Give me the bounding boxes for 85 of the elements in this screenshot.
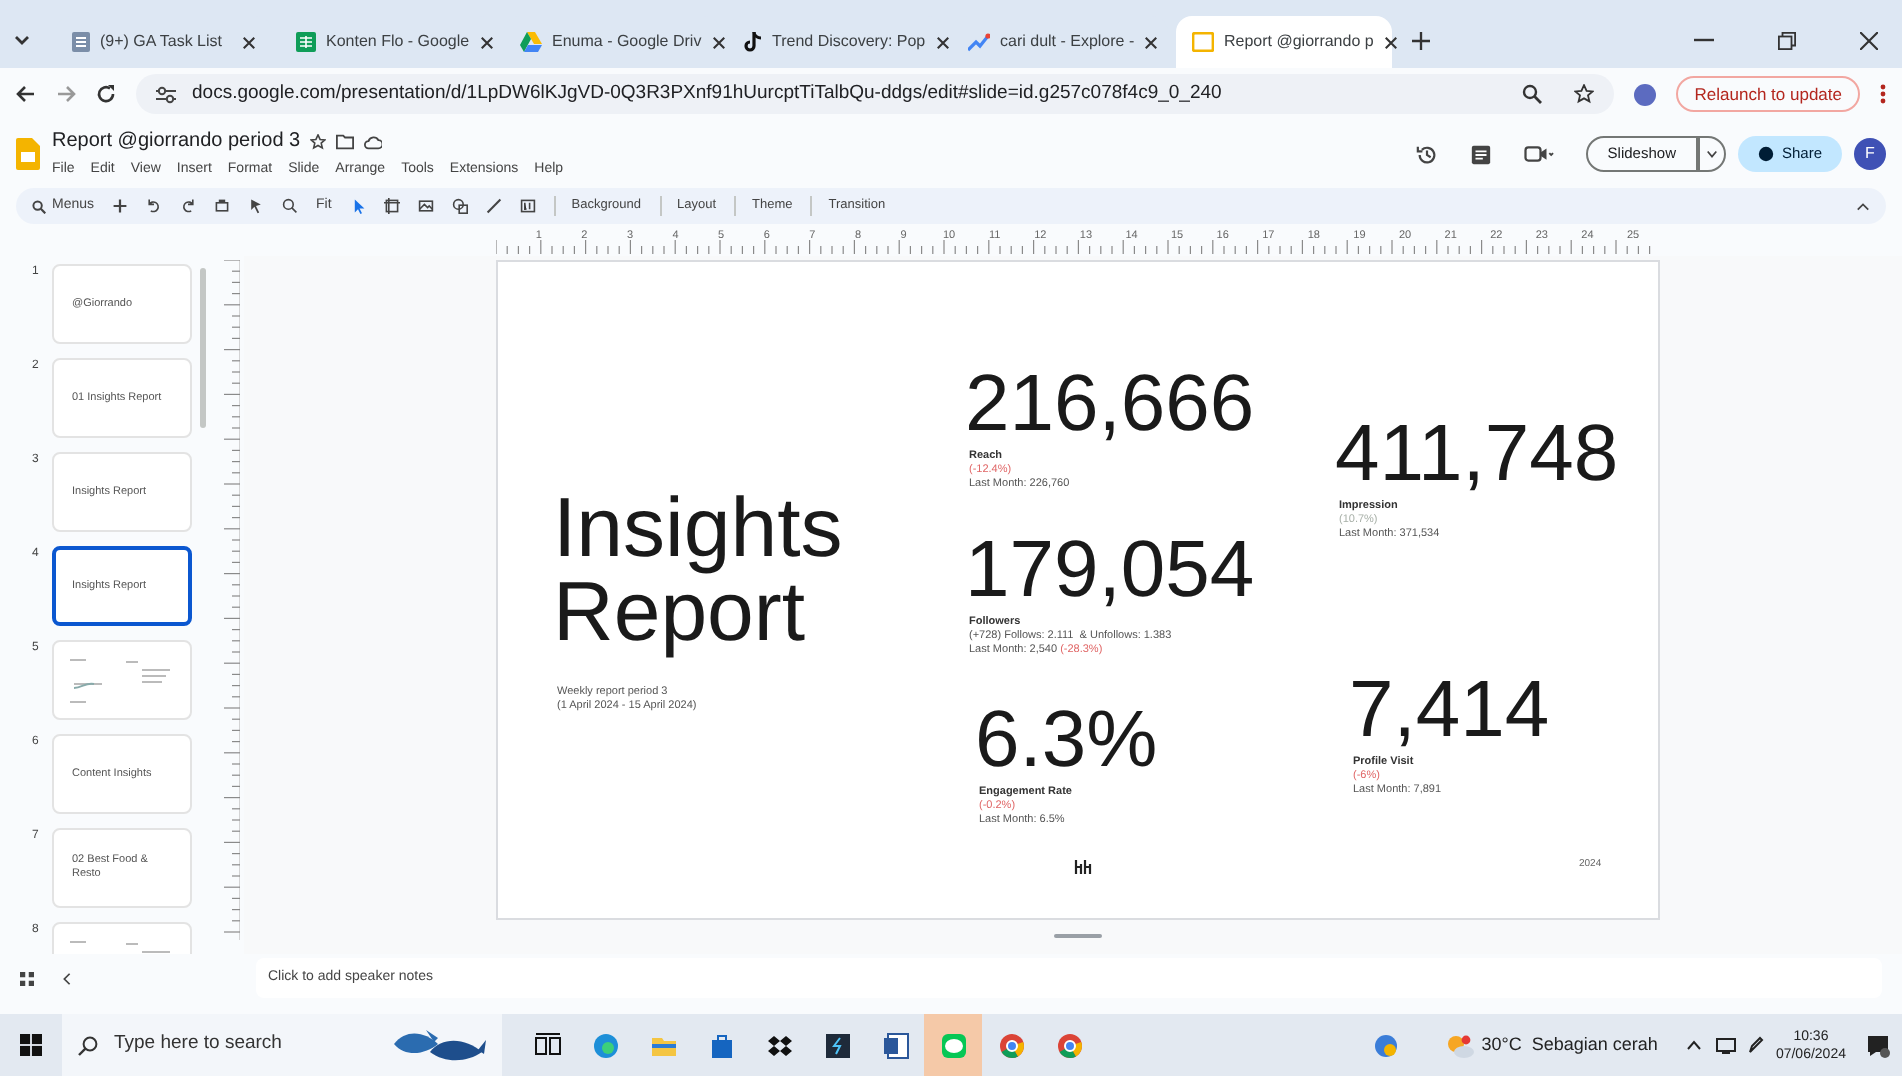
- close-icon[interactable]: [1383, 35, 1398, 49]
- close-icon[interactable]: [242, 35, 256, 49]
- weather-text: 30°C Sebagian cerah: [1481, 1031, 1658, 1058]
- dropbox-icon[interactable]: [765, 1031, 793, 1059]
- dropdown-icon[interactable]: [1697, 136, 1726, 172]
- redo-icon[interactable]: [180, 198, 197, 214]
- url-text: docs.google.com/presentation/d/1LpDW6lKJgVD-0Q3R3PXnf91hUurcptTiTalbQu-ddgs/edit#slide=id.g257c078f4c9_0_240: [192, 79, 1224, 108]
- tab-title: cari dult - Explore -: [1000, 30, 1135, 54]
- browser-tab[interactable]: Report @giorrando p: [1176, 16, 1392, 68]
- list-icon: [72, 32, 90, 52]
- text-box-icon[interactable]: [383, 198, 400, 214]
- close-icon[interactable]: [935, 35, 950, 49]
- grid-icon[interactable]: [20, 971, 34, 985]
- app-icon[interactable]: [823, 1031, 851, 1059]
- restore-icon[interactable]: [1778, 32, 1796, 50]
- task-view-icon[interactable]: [533, 1031, 561, 1059]
- slides-icon: [1192, 32, 1214, 52]
- scrollbar[interactable]: [200, 268, 206, 428]
- stat-value: 7,414: [1349, 668, 1550, 752]
- tab-title: Konten Flo - Google: [326, 30, 470, 54]
- plus-icon[interactable]: [1412, 32, 1430, 50]
- profile-avatar[interactable]: [1634, 83, 1657, 105]
- close-icon[interactable]: [479, 35, 494, 49]
- address-field[interactable]: docs.google.com/presentation/d/1LpDW6lKJgVD-0Q3R3PXnf91hUurcptTiTalbQu-ddgs/edit#slide=id.g257c078f4c9_0_240: [136, 74, 1615, 114]
- trend-line-icon: [968, 32, 990, 52]
- chevron-left-icon[interactable]: [62, 971, 72, 985]
- user-avatar[interactable]: F: [1854, 138, 1886, 170]
- taskbar-search-field[interactable]: Type here to search: [62, 1014, 502, 1076]
- select-icon[interactable]: [349, 198, 366, 214]
- stat-value: 179,054: [965, 528, 1255, 612]
- store-icon[interactable]: [707, 1031, 735, 1059]
- shape-icon[interactable]: [451, 198, 468, 214]
- close-icon[interactable]: [1144, 35, 1159, 49]
- plus-icon[interactable]: [112, 198, 129, 214]
- slide-title: Insights Report: [553, 486, 845, 654]
- tab-title: (9+) GA Task List: [100, 30, 224, 54]
- star-icon[interactable]: [1574, 84, 1595, 104]
- close-icon[interactable]: [711, 35, 726, 49]
- chrome-icon[interactable]: [1055, 1031, 1083, 1059]
- cloud-icon[interactable]: [364, 133, 383, 150]
- print-icon[interactable]: [214, 198, 231, 214]
- slide-thumbnail[interactable]: [52, 640, 192, 720]
- search-icon: [32, 199, 46, 213]
- resize-handle[interactable]: [1053, 934, 1101, 938]
- music-note-icon: [744, 32, 762, 52]
- chrome-icon[interactable]: [997, 1031, 1025, 1059]
- camera-icon[interactable]: [1523, 144, 1554, 164]
- more-icon[interactable]: [1880, 84, 1886, 104]
- comment-icon[interactable]: [1469, 143, 1492, 165]
- document-title[interactable]: Report @giorrando period 3: [52, 126, 301, 157]
- zoom-icon[interactable]: [282, 198, 299, 214]
- search-icon: [78, 1035, 98, 1055]
- tab-title: Report @giorrando p: [1224, 30, 1374, 54]
- back-icon[interactable]: [16, 84, 36, 104]
- tab-title: Enuma - Google Driv: [552, 30, 702, 54]
- tune-icon: [156, 85, 176, 103]
- history-icon[interactable]: [1415, 143, 1438, 165]
- folder-icon[interactable]: [336, 133, 355, 150]
- image-icon[interactable]: [417, 198, 434, 214]
- chevron-down-icon[interactable]: [12, 30, 32, 50]
- spreadsheet-icon: [296, 32, 316, 52]
- tab-title: Trend Discovery: Pop: [772, 30, 926, 54]
- edge-icon[interactable]: [591, 1031, 619, 1059]
- relaunch-button[interactable]: Relaunch to update: [1676, 76, 1860, 112]
- collapse-icon[interactable]: [1856, 201, 1870, 211]
- undo-icon[interactable]: [146, 198, 163, 214]
- stat-value: 411,748: [1335, 412, 1619, 496]
- stat-value: 6.3%: [975, 698, 1158, 782]
- forward-icon[interactable]: [56, 84, 76, 104]
- network-icon[interactable]: [1715, 1037, 1736, 1053]
- windows-icon[interactable]: [20, 1034, 42, 1056]
- notification-icon[interactable]: [1866, 1033, 1890, 1057]
- reload-icon[interactable]: [96, 84, 116, 104]
- weather-icon[interactable]: [1445, 1033, 1474, 1057]
- star-icon[interactable]: [310, 133, 327, 150]
- logo-icon: [1073, 860, 1091, 874]
- zoom-icon[interactable]: [1522, 84, 1543, 104]
- line-icon[interactable]: [485, 198, 502, 214]
- close-icon[interactable]: [1860, 32, 1878, 50]
- drive-icon: [520, 32, 542, 52]
- stat-value: 216,666: [965, 362, 1255, 446]
- caret-up-icon[interactable]: [1685, 1040, 1702, 1050]
- pen-icon[interactable]: [1747, 1036, 1764, 1054]
- word-icon[interactable]: [881, 1031, 909, 1059]
- comment-box-icon[interactable]: [519, 198, 536, 214]
